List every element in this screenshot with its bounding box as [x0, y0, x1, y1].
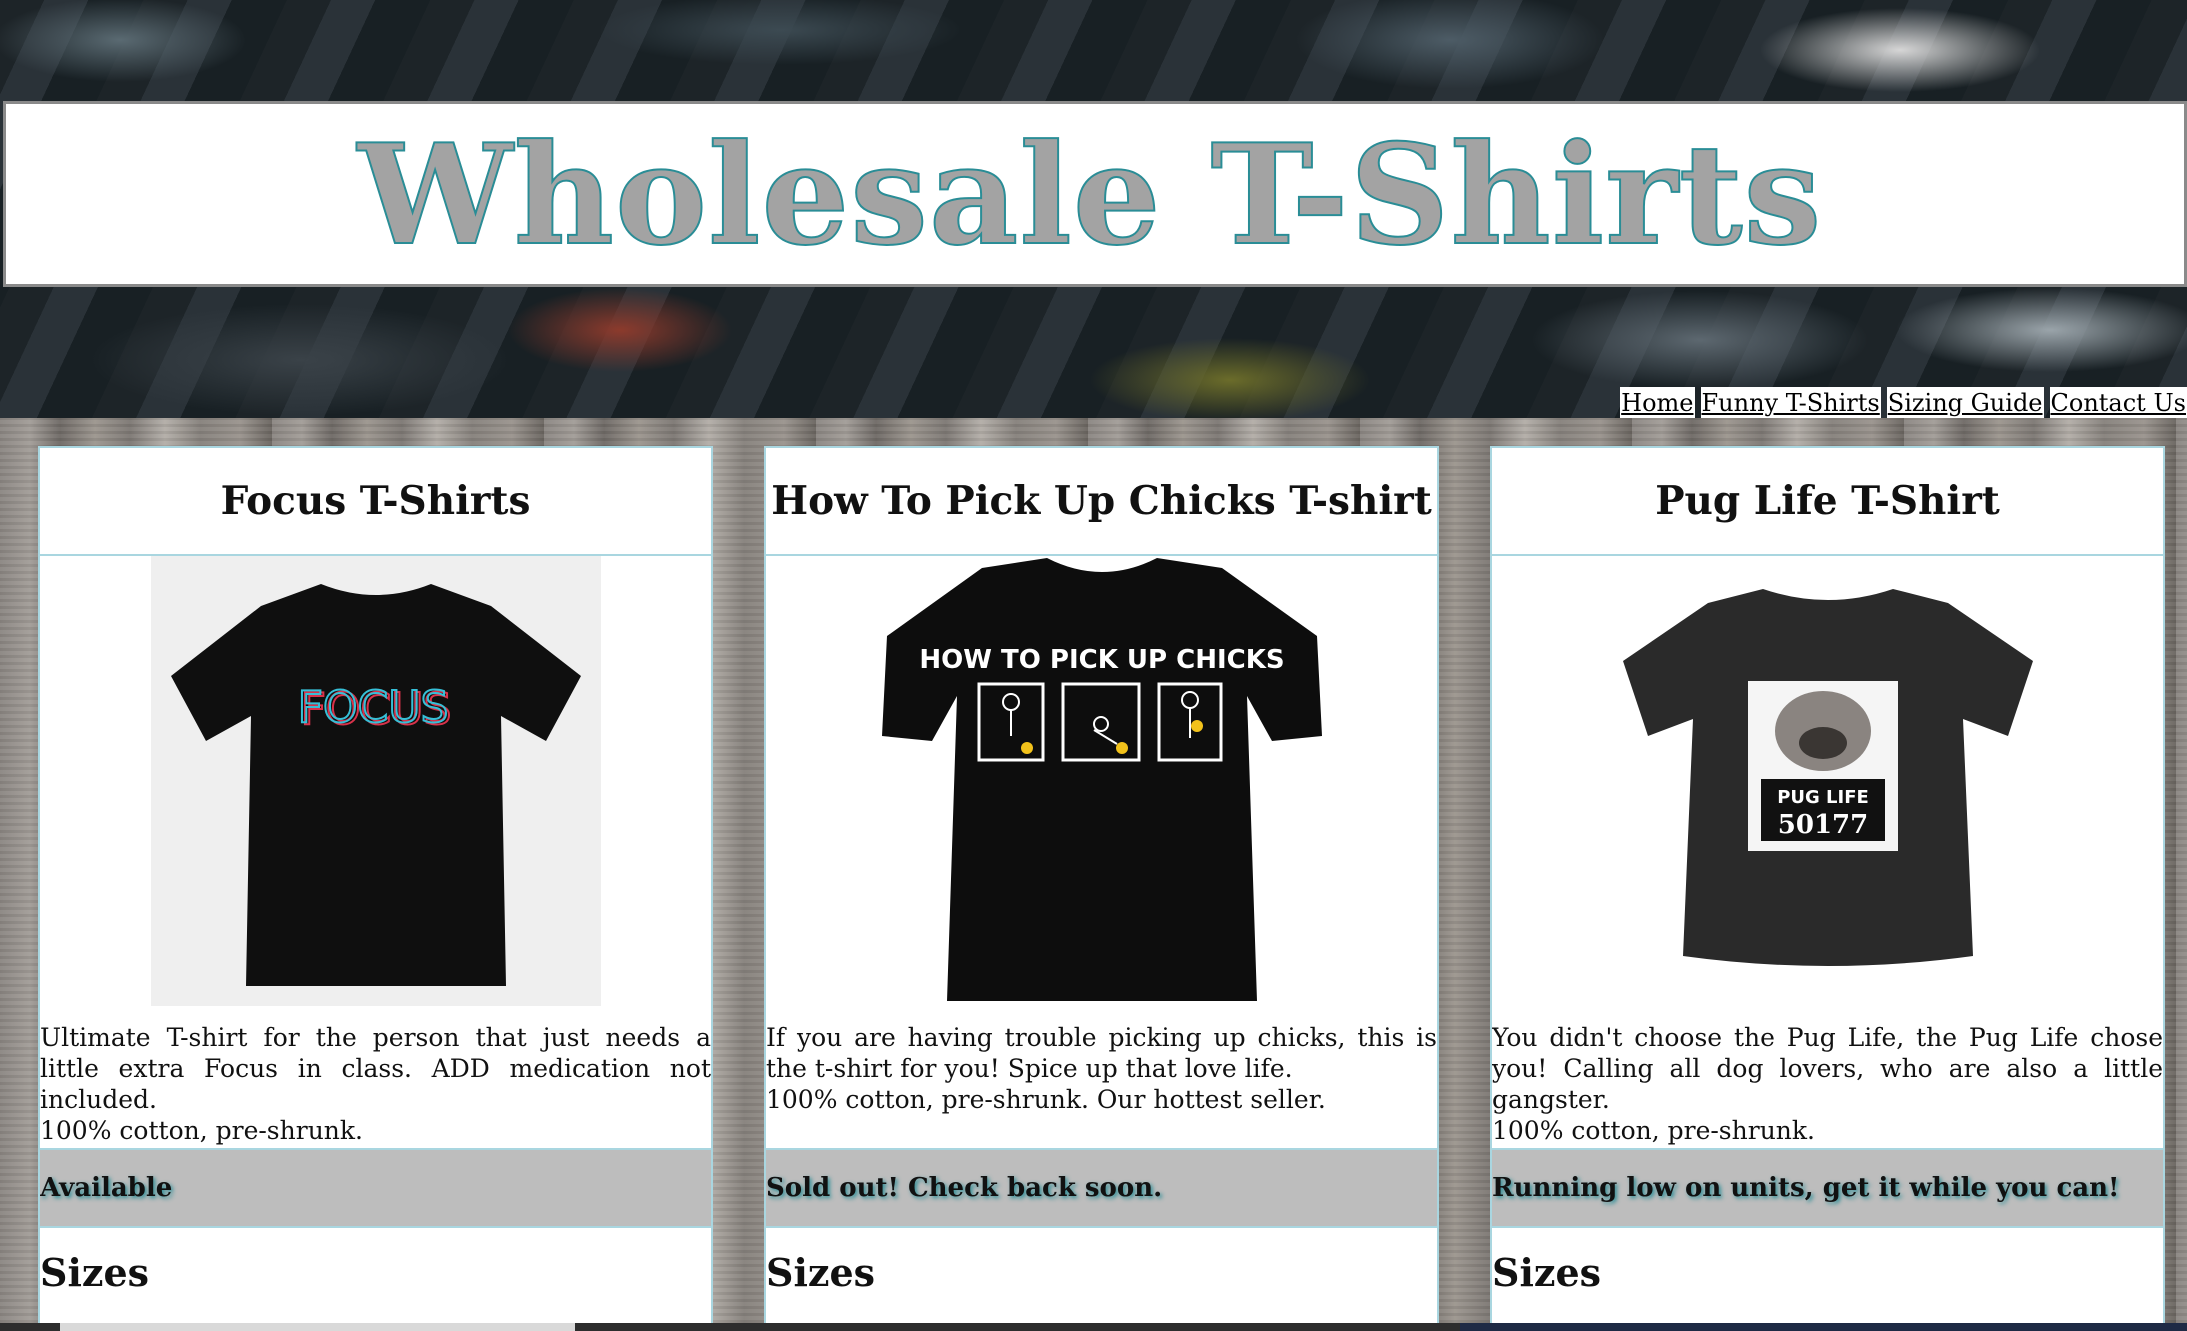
taskbar-strip: [0, 1323, 2187, 1331]
material-text: 100% cotton, pre-shrunk.: [1492, 1116, 1815, 1145]
product-title: Focus T-Shirts: [40, 448, 711, 556]
shirt-number-text: 50177: [1777, 810, 1867, 840]
product-card: How To Pick Up Chicks T-shirt HOW TO PIC…: [764, 446, 1439, 1331]
sizes-heading: Sizes: [1492, 1250, 1602, 1295]
nav-funny-tshirts-link[interactable]: Funny T-Shirts: [1700, 387, 1881, 419]
shirt-print-text: PUG LIFE: [1777, 787, 1869, 808]
material-text: 100% cotton, pre-shrunk.: [40, 1116, 363, 1145]
description-text: If you are having trouble picking up chi…: [766, 1023, 1437, 1083]
product-title: Pug Life T-Shirt: [1492, 448, 2163, 556]
nav-home-link[interactable]: Home: [1620, 387, 1695, 419]
sizes-heading: Sizes: [766, 1250, 876, 1295]
nav-contact-us-link[interactable]: Contact Us: [2049, 387, 2187, 419]
product-description: Ultimate T-shirt for the person that jus…: [40, 1006, 711, 1148]
status-badge: Sold out! Check back soon.: [766, 1148, 1437, 1228]
product-description: You didn't choose the Pug Life, the Pug …: [1492, 1006, 2163, 1148]
tshirt-image: HOW TO PICK UP CHICKS: [881, 558, 1322, 1001]
title-band: Wholesale T-Shirts: [3, 101, 2187, 287]
image-background: FOCUS FOCUS: [150, 556, 601, 1006]
tshirt-image: PUG LIFE 50177: [1622, 589, 2033, 966]
product-image[interactable]: HOW TO PICK UP CHICKS: [766, 556, 1437, 1006]
site-title: Wholesale T-Shirts: [357, 112, 1823, 277]
tshirt-image: FOCUS FOCUS: [170, 584, 581, 986]
status-badge: Available: [40, 1148, 711, 1228]
status-badge: Running low on units, get it while you c…: [1492, 1148, 2163, 1228]
product-image[interactable]: FOCUS FOCUS: [40, 556, 711, 1006]
sizes-heading: Sizes: [40, 1250, 150, 1295]
product-description: If you are having trouble picking up chi…: [766, 1006, 1437, 1148]
shirt-print-cyan: FOCUS: [297, 682, 448, 733]
product-card: Pug Life T-Shirt PUG LIFE 50177 You didn…: [1490, 446, 2165, 1331]
nav-sizing-guide-link[interactable]: Sizing Guide: [1886, 387, 2044, 419]
shirt-print-text: HOW TO PICK UP CHICKS: [919, 645, 1284, 675]
main-nav: Home Funny T-Shirts Sizing Guide Contact…: [1620, 387, 2187, 419]
description-text: Ultimate T-shirt for the person that jus…: [40, 1023, 711, 1114]
product-image[interactable]: PUG LIFE 50177: [1492, 556, 2163, 1006]
product-title: How To Pick Up Chicks T-shirt: [766, 448, 1437, 556]
material-text: 100% cotton, pre-shrunk. Our hottest sel…: [766, 1085, 1326, 1114]
header-banner: Wholesale T-Shirts Home Funny T-Shirts S…: [0, 0, 2187, 419]
description-text: You didn't choose the Pug Life, the Pug …: [1492, 1023, 2163, 1114]
product-card: Focus T-Shirts FOCUS FOCUS Ultimate T-sh…: [38, 446, 713, 1331]
